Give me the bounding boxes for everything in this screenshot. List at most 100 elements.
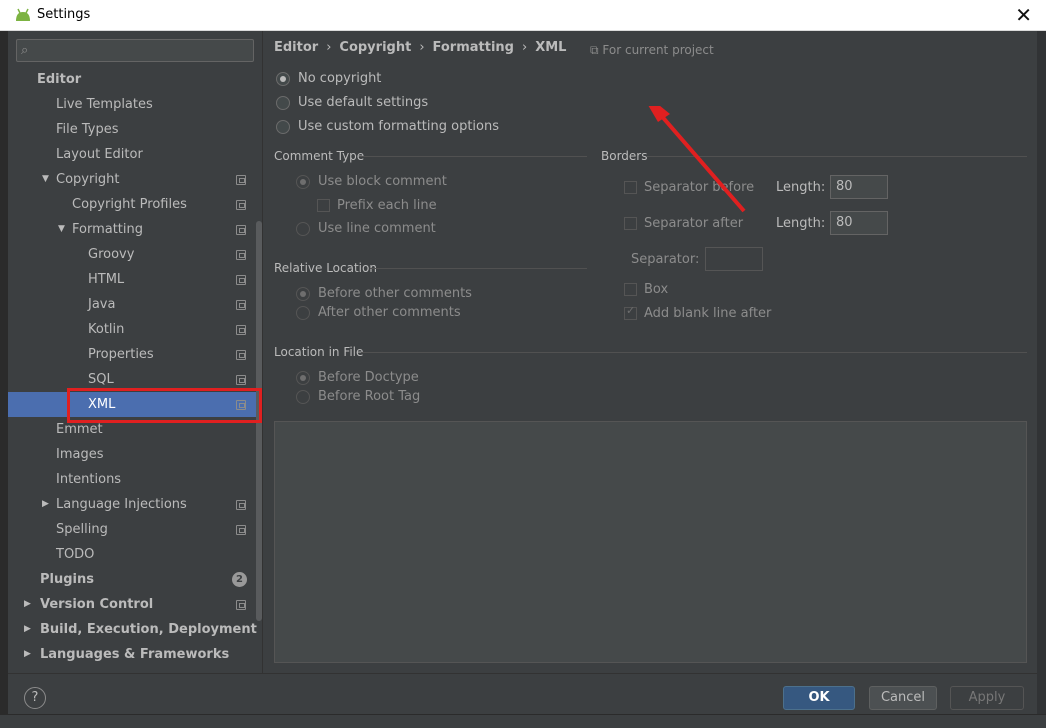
chevron-right-icon[interactable]: ▶ (24, 617, 31, 642)
location-in-file-title: Location in File (274, 345, 364, 359)
breadcrumb-item: Copyright (339, 40, 412, 55)
sidebar-item-todo[interactable]: TODO (8, 542, 262, 567)
sidebar-item-layout-editor[interactable]: Layout Editor (8, 142, 262, 167)
use-default-settings-radio[interactable]: Use default settings (276, 95, 428, 110)
divider (361, 352, 1027, 353)
sidebar-item-copyright-profiles[interactable]: Copyright Profiles (8, 192, 262, 217)
radio-label: Before Root Tag (318, 389, 421, 404)
separator-input[interactable] (705, 247, 763, 271)
sidebar-item-groovy[interactable]: Groovy (8, 242, 262, 267)
chevron-right-icon[interactable]: ▶ (24, 592, 31, 617)
sidebar-item-file-types[interactable]: File Types (8, 117, 262, 142)
after-other-comments-radio[interactable]: After other comments (296, 305, 461, 320)
before-other-comments-radio[interactable]: Before other comments (296, 286, 472, 301)
chevron-down-icon[interactable]: ▼ (58, 217, 65, 242)
red-arrow-annotation (648, 106, 746, 213)
settings-content: Editor › Copyright › Formatting › XML ⧉ For cu… (264, 31, 1037, 673)
sidebar-item-label: Copyright Profiles (72, 197, 187, 212)
add-blank-line-checkbox[interactable]: Add blank line after (624, 304, 771, 321)
sidebar-item-properties[interactable]: Properties (8, 342, 262, 367)
no-copyright-radio[interactable]: No copyright (276, 71, 381, 86)
sidebar-item-images[interactable]: Images (8, 442, 262, 467)
close-icon[interactable]: ✕ (1015, 3, 1032, 27)
sidebar-item-plugins[interactable]: Plugins 2 (8, 567, 262, 592)
chevron-down-icon[interactable]: ▼ (42, 167, 49, 192)
project-scope-icon (236, 500, 246, 510)
sidebar-item-label: Groovy (88, 247, 135, 262)
sidebar-item-copyright[interactable]: ▼ Copyright (8, 167, 262, 192)
ok-button[interactable]: OK (783, 686, 855, 710)
chevron-right-icon[interactable]: ▶ (24, 642, 31, 667)
project-scope-icon (236, 525, 246, 535)
breadcrumb: Editor › Copyright › Formatting › XML (274, 40, 566, 55)
sidebar-item-label: Build, Execution, Deployment (40, 622, 257, 637)
cancel-button[interactable]: Cancel (869, 686, 937, 710)
search-icon: ⌕ (21, 43, 29, 58)
sidebar-item-label: Languages & Frameworks (40, 647, 230, 662)
project-scope-icon (236, 175, 246, 185)
search-input[interactable]: ⌕ (16, 39, 254, 62)
for-current-project-note: ⧉ For current project (590, 43, 714, 58)
sidebar-item-label: Properties (88, 347, 154, 362)
sidebar-item-kotlin[interactable]: Kotlin (8, 317, 262, 342)
sidebar-item-live-templates[interactable]: Live Templates (8, 92, 262, 117)
radio-circle (276, 71, 290, 86)
length-before-label: Length: (776, 180, 826, 195)
sidebar-item-label: File Types (56, 122, 119, 137)
breadcrumb-item: XML (535, 40, 567, 55)
sidebar-item-language-injections[interactable]: ▶ Language Injections (8, 492, 262, 517)
length-before-input[interactable]: 80 (830, 175, 888, 199)
sidebar-item-label: HTML (88, 272, 125, 287)
sidebar-item-spelling[interactable]: Spelling (8, 517, 262, 542)
divider (359, 156, 587, 157)
sidebar-item-label: Editor (37, 72, 82, 87)
chevron-right-icon[interactable]: ▶ (42, 492, 49, 517)
sidebar-item-build-execution-deployment[interactable]: ▶ Build, Execution, Deployment (8, 617, 262, 642)
sidebar-item-html[interactable]: HTML (8, 267, 262, 292)
radio-label: Before other comments (318, 286, 472, 301)
sidebar-item-label: Language Injections (56, 497, 187, 512)
sidebar-item-languages-frameworks[interactable]: ▶ Languages & Frameworks (8, 642, 262, 667)
radio-circle (296, 221, 310, 236)
radio-label: Use custom formatting options (298, 119, 500, 134)
divider (370, 268, 587, 269)
apply-button[interactable]: Apply (950, 686, 1024, 710)
project-scope-icon (236, 600, 246, 610)
radio-circle (296, 305, 310, 320)
checkbox-box (624, 304, 637, 320)
sidebar-item-label: Layout Editor (56, 147, 143, 162)
preview-panel (274, 421, 1027, 663)
sidebar-item-java[interactable]: Java (8, 292, 262, 317)
before-doctype-radio[interactable]: Before Doctype (296, 370, 419, 385)
length-after-label: Length: (776, 216, 826, 231)
radio-circle (276, 119, 290, 134)
checkbox-label: Prefix each line (337, 198, 437, 213)
radio-circle (296, 370, 310, 385)
chevron-right-icon: › (419, 40, 425, 55)
background-status-bar (0, 714, 1046, 728)
radio-circle (276, 95, 290, 110)
sidebar-item-editor[interactable]: Editor (8, 67, 262, 92)
breadcrumb-item: Editor (274, 40, 319, 55)
box-checkbox[interactable]: Box (624, 282, 668, 297)
background-ide-left (0, 31, 8, 728)
project-scope-icon (236, 275, 246, 285)
sidebar-item-label: Kotlin (88, 322, 125, 337)
use-line-comment-radio[interactable]: Use line comment (296, 221, 436, 236)
radio-label: Use default settings (298, 95, 429, 110)
help-button[interactable]: ? (24, 687, 46, 709)
use-block-comment-radio[interactable]: Use block comment (296, 174, 447, 189)
sidebar-item-label: Copyright (56, 172, 120, 187)
sidebar-item-intentions[interactable]: Intentions (8, 467, 262, 492)
sidebar-item-label: TODO (56, 547, 95, 562)
sidebar-item-version-control[interactable]: ▶ Version Control (8, 592, 262, 617)
length-after-input[interactable]: 80 (830, 211, 888, 235)
chevron-right-icon: › (326, 40, 332, 55)
project-scope-icon (236, 325, 246, 335)
prefix-each-line-checkbox[interactable]: Prefix each line (317, 198, 437, 213)
sidebar-item-formatting[interactable]: ▼ Formatting (8, 217, 262, 242)
radio-circle (296, 389, 310, 404)
before-root-tag-radio[interactable]: Before Root Tag (296, 389, 420, 404)
use-custom-formatting-radio[interactable]: Use custom formatting options (276, 119, 499, 134)
radio-circle (296, 286, 310, 301)
